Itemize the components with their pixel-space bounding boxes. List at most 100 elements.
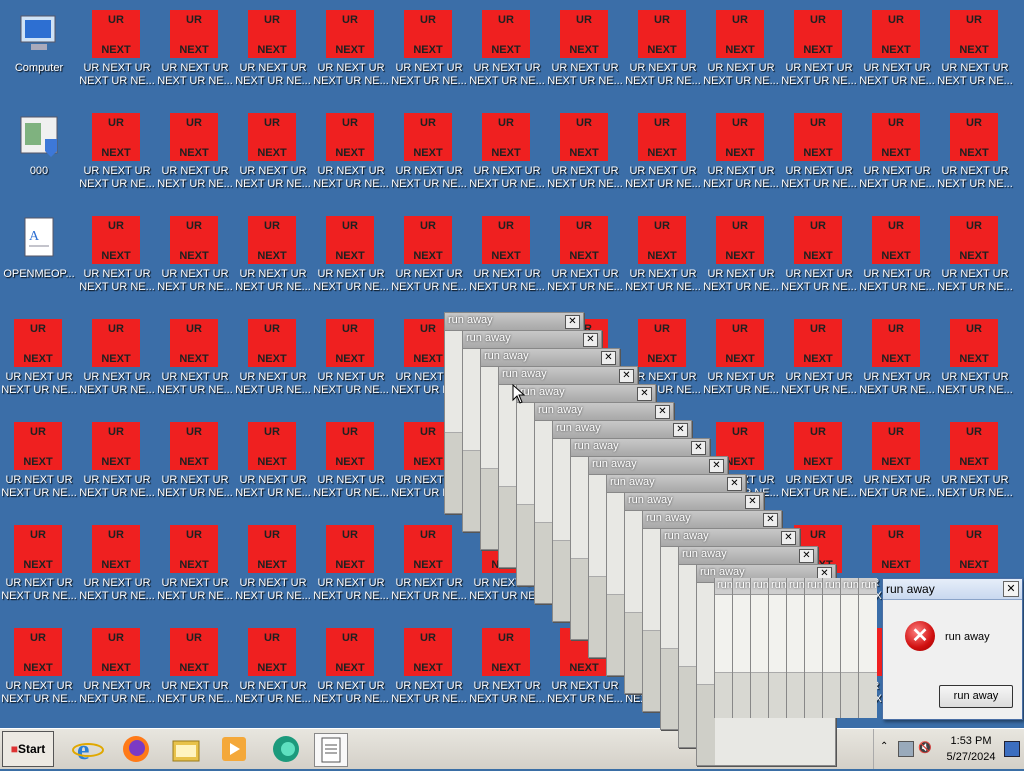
window-titlebar[interactable]: run (715, 578, 733, 595)
window-titlebar[interactable]: run (787, 578, 805, 595)
close-icon[interactable]: ✕ (565, 315, 580, 329)
run-away-window-edge[interactable]: run (732, 578, 751, 718)
clock-time[interactable]: 1:53 PM (940, 735, 1002, 747)
window-titlebar[interactable]: run (769, 578, 787, 595)
ur-next-shortcut[interactable]: UR NEXT UR NEXT URNEXT UR NE... (936, 416, 1014, 516)
run-away-window-edge[interactable]: run (804, 578, 823, 718)
ur-next-shortcut[interactable]: UR NEXT UR NEXT URNEXT UR NE... (702, 107, 780, 207)
ur-next-shortcut[interactable]: UR NEXT UR NEXT URNEXT UR NE... (390, 622, 468, 722)
run-away-window-edge[interactable]: run (768, 578, 787, 718)
media-player-icon[interactable] (218, 733, 250, 765)
ur-next-shortcut[interactable]: UR NEXT UR NEXT URNEXT UR NE... (234, 622, 312, 722)
volume-muted-icon[interactable]: 🔇 (918, 741, 932, 755)
desktop-icon-openmeop[interactable]: A OPENMEOP... (0, 210, 78, 310)
ur-next-shortcut[interactable]: UR NEXT UR NEXT URNEXT UR NE... (780, 210, 858, 310)
network-icon[interactable] (898, 741, 914, 757)
chat-app-icon[interactable] (270, 733, 302, 765)
ur-next-shortcut[interactable]: UR NEXT UR NEXT URNEXT UR NE... (78, 4, 156, 104)
ur-next-shortcut[interactable]: UR NEXT UR NEXT URNEXT UR NE... (156, 313, 234, 413)
ur-next-shortcut[interactable]: UR NEXT UR NEXT URNEXT UR NE... (780, 107, 858, 207)
ur-next-shortcut[interactable]: UR NEXT UR NEXT URNEXT UR NE... (780, 313, 858, 413)
ur-next-shortcut[interactable]: UR NEXT UR NEXT URNEXT UR NE... (312, 622, 390, 722)
ur-next-shortcut[interactable]: UR NEXT UR NEXT URNEXT UR NE... (312, 4, 390, 104)
window-titlebar[interactable]: run away ✕ (445, 313, 583, 331)
ur-next-shortcut[interactable]: UR NEXT UR NEXT URNEXT UR NE... (936, 313, 1014, 413)
window-titlebar[interactable]: run away ✕ (643, 511, 781, 529)
ur-next-shortcut[interactable]: UR NEXT UR NEXT URNEXT UR NE... (390, 210, 468, 310)
ur-next-shortcut[interactable]: UR NEXT UR NEXT URNEXT UR NE... (624, 107, 702, 207)
ur-next-shortcut[interactable]: UR NEXT UR NEXT URNEXT UR NE... (156, 107, 234, 207)
ur-next-shortcut[interactable]: UR NEXT UR NEXT URNEXT UR NE... (468, 210, 546, 310)
ur-next-shortcut[interactable]: UR NEXT UR NEXT URNEXT UR NE... (390, 519, 468, 619)
run-away-window-edge[interactable]: run (786, 578, 805, 718)
ur-next-shortcut[interactable]: UR NEXT UR NEXT URNEXT UR NE... (468, 4, 546, 104)
ur-next-shortcut[interactable]: UR NEXT UR NEXT URNEXT UR NE... (546, 210, 624, 310)
run-away-window-edge[interactable]: run (840, 578, 859, 718)
window-titlebar[interactable]: run away ✕ (679, 547, 817, 565)
run-away-button[interactable]: run away (939, 685, 1013, 708)
dialog-titlebar[interactable]: run away ✕ (883, 579, 1022, 600)
close-icon[interactable]: ✕ (655, 405, 670, 419)
ur-next-shortcut[interactable]: UR NEXT UR NEXT URNEXT UR NE... (702, 4, 780, 104)
window-titlebar[interactable]: run (751, 578, 769, 595)
ur-next-shortcut[interactable]: UR NEXT UR NEXT URNEXT UR NE... (624, 4, 702, 104)
ur-next-shortcut[interactable]: UR NEXT UR NEXT URNEXT UR NE... (468, 622, 546, 722)
ur-next-shortcut[interactable]: UR NEXT UR NEXT URNEXT UR NE... (312, 416, 390, 516)
ur-next-shortcut[interactable]: UR NEXT UR NEXT URNEXT UR NE... (0, 519, 78, 619)
run-away-window-edge[interactable]: run (714, 578, 733, 718)
ur-next-shortcut[interactable]: UR NEXT UR NEXT URNEXT UR NE... (0, 416, 78, 516)
ur-next-shortcut[interactable]: UR NEXT UR NEXT URNEXT UR NE... (936, 210, 1014, 310)
show-desktop-icon[interactable] (1004, 741, 1020, 757)
close-icon[interactable]: ✕ (763, 513, 778, 527)
firefox-icon[interactable] (120, 733, 152, 765)
run-away-window-edge[interactable]: run (750, 578, 769, 718)
window-titlebar[interactable]: run away ✕ (535, 403, 673, 421)
run-away-dialog[interactable]: run away ✕ ✕ run away run away (882, 578, 1023, 720)
ur-next-shortcut[interactable]: UR NEXT UR NEXT URNEXT UR NE... (234, 107, 312, 207)
ur-next-shortcut[interactable]: UR NEXT UR NEXT URNEXT UR NE... (702, 313, 780, 413)
window-titlebar[interactable]: run (823, 578, 841, 595)
notepad-icon[interactable] (314, 733, 348, 767)
window-titlebar[interactable]: run (859, 578, 877, 595)
ur-next-shortcut[interactable]: UR NEXT UR NEXT URNEXT UR NE... (312, 313, 390, 413)
ur-next-shortcut[interactable]: UR NEXT UR NEXT URNEXT UR NE... (468, 107, 546, 207)
ur-next-shortcut[interactable]: UR NEXT UR NEXT URNEXT UR NE... (546, 107, 624, 207)
window-titlebar[interactable]: run away ✕ (589, 457, 727, 475)
window-titlebar[interactable]: run (733, 578, 751, 595)
close-icon[interactable]: ✕ (727, 477, 742, 491)
ur-next-shortcut[interactable]: UR NEXT UR NEXT URNEXT UR NE... (234, 416, 312, 516)
run-away-window-edge[interactable]: run (858, 578, 877, 718)
close-icon[interactable]: ✕ (619, 369, 634, 383)
ur-next-shortcut[interactable]: UR NEXT UR NEXT URNEXT UR NE... (858, 107, 936, 207)
ur-next-shortcut[interactable]: UR NEXT UR NEXT URNEXT UR NE... (702, 210, 780, 310)
ur-next-shortcut[interactable]: UR NEXT UR NEXT URNEXT UR NE... (780, 416, 858, 516)
window-titlebar[interactable]: run away ✕ (607, 475, 745, 493)
ur-next-shortcut[interactable]: UR NEXT UR NEXT URNEXT UR NE... (78, 210, 156, 310)
ur-next-shortcut[interactable]: UR NEXT UR NEXT URNEXT UR NE... (0, 313, 78, 413)
ur-next-shortcut[interactable]: UR NEXT UR NEXT URNEXT UR NE... (156, 416, 234, 516)
ur-next-shortcut[interactable]: UR NEXT UR NEXT URNEXT UR NE... (390, 107, 468, 207)
ur-next-shortcut[interactable]: UR NEXT UR NEXT URNEXT UR NE... (78, 313, 156, 413)
desktop-icon-computer[interactable]: Computer (0, 4, 78, 104)
ur-next-shortcut[interactable]: UR NEXT UR NEXT URNEXT UR NE... (234, 519, 312, 619)
close-icon[interactable]: ✕ (601, 351, 616, 365)
ur-next-shortcut[interactable]: UR NEXT UR NEXT URNEXT UR NE... (78, 622, 156, 722)
ur-next-shortcut[interactable]: UR NEXT UR NEXT URNEXT UR NE... (234, 4, 312, 104)
ur-next-shortcut[interactable]: UR NEXT UR NEXT URNEXT UR NE... (78, 519, 156, 619)
window-titlebar[interactable]: run (805, 578, 823, 595)
ur-next-shortcut[interactable]: UR NEXT UR NEXT URNEXT UR NE... (0, 622, 78, 722)
ur-next-shortcut[interactable]: UR NEXT UR NEXT URNEXT UR NE... (156, 4, 234, 104)
internet-explorer-icon[interactable]: e (72, 733, 104, 766)
close-icon[interactable]: ✕ (583, 333, 598, 347)
window-titlebar[interactable]: run away ✕ (625, 493, 763, 511)
ur-next-shortcut[interactable]: UR NEXT UR NEXT URNEXT UR NE... (780, 4, 858, 104)
close-icon[interactable]: ✕ (1003, 581, 1019, 597)
window-titlebar[interactable]: run (841, 578, 859, 595)
window-titlebar[interactable]: run away ✕ (517, 385, 655, 403)
ur-next-shortcut[interactable]: UR NEXT UR NEXT URNEXT UR NE... (312, 107, 390, 207)
ur-next-shortcut[interactable]: UR NEXT UR NEXT URNEXT UR NE... (156, 210, 234, 310)
ur-next-shortcut[interactable]: UR NEXT UR NEXT URNEXT UR NE... (390, 4, 468, 104)
ur-next-shortcut[interactable]: UR NEXT UR NEXT URNEXT UR NE... (156, 622, 234, 722)
clock-date[interactable]: 5/27/2024 (940, 751, 1002, 763)
close-icon[interactable]: ✕ (745, 495, 760, 509)
